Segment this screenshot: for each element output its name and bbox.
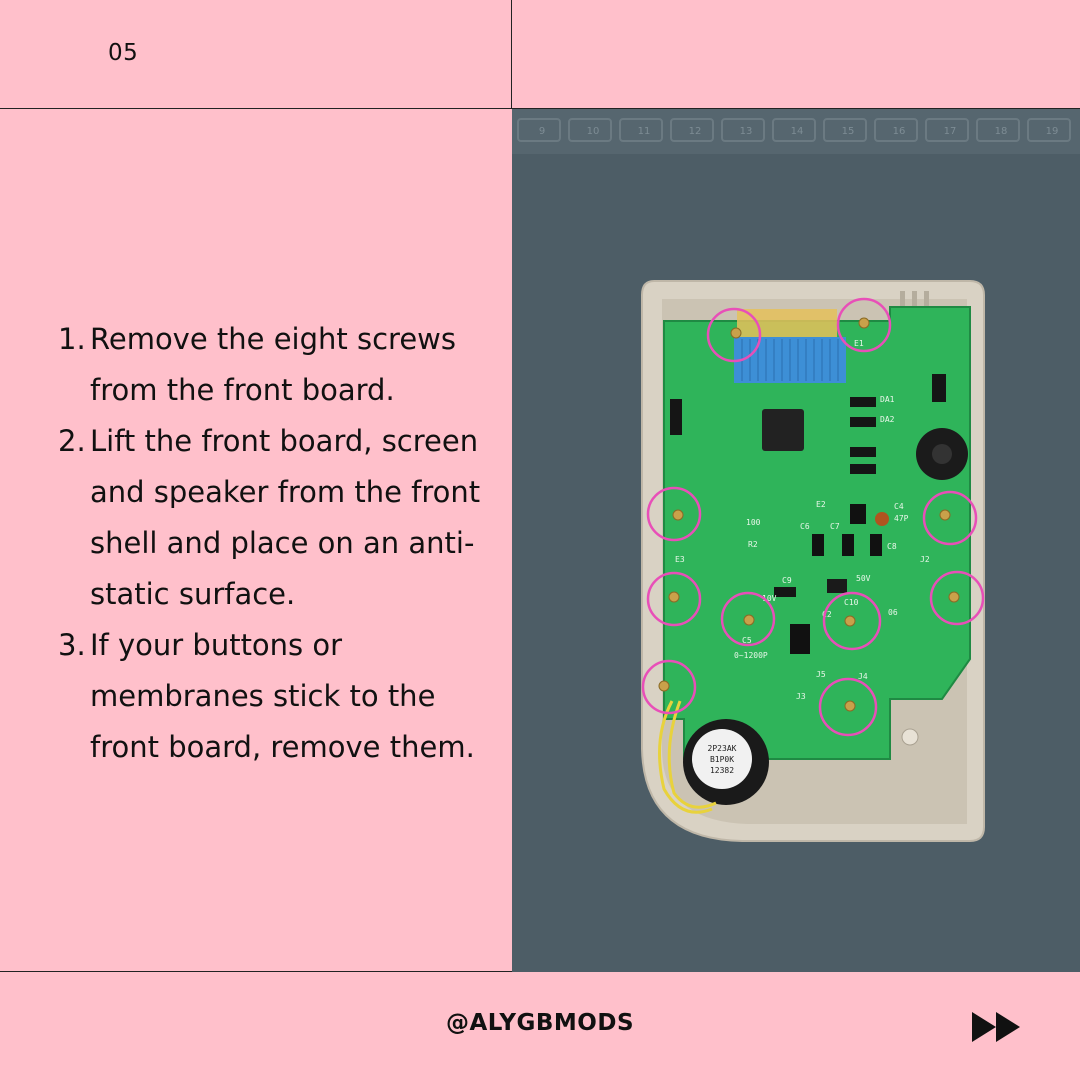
instruction-step: 2. Lift the front board, screen and spea… xyxy=(58,416,488,620)
step-text: Lift the front board, screen and speaker… xyxy=(90,424,481,611)
ruler-number: 15 xyxy=(842,126,855,137)
pcb-label: C9 xyxy=(782,576,792,585)
speaker-text-line: 2P23AK xyxy=(708,744,737,753)
chip xyxy=(827,579,847,593)
account-handle: @ALYGBMODS xyxy=(445,1010,635,1036)
capacitor-c9 xyxy=(774,587,796,597)
step-number: 1. xyxy=(58,322,86,356)
diode-da2 xyxy=(850,417,876,427)
ruler-number: 12 xyxy=(689,126,702,137)
pcb-label: C8 xyxy=(887,542,897,551)
step-text: Remove the eight screws from the front b… xyxy=(90,322,456,407)
pcb-label: C4 xyxy=(894,502,904,511)
ruler-number: 13 xyxy=(740,126,753,137)
capacitor-c4 xyxy=(875,512,889,526)
screw xyxy=(658,680,670,692)
pcb-label: 50V xyxy=(856,574,871,583)
capacitor-c6 xyxy=(812,534,824,556)
photo-illustration: 9 10 11 12 13 14 15 16 17 18 19 E1 DA1 D… xyxy=(512,109,1080,972)
side-connector xyxy=(670,399,682,435)
screw xyxy=(844,700,856,712)
shell-post xyxy=(901,728,919,746)
instruction-step: 3. If your buttons or membranes stick to… xyxy=(58,620,488,773)
pcb-label: DA2 xyxy=(880,415,895,424)
fast-forward-icon-graphic xyxy=(972,1012,1020,1042)
speaker-text-line: 12382 xyxy=(710,766,734,775)
pcb-label: 100 xyxy=(746,518,761,527)
diode-da3 xyxy=(850,447,876,457)
inductor xyxy=(762,409,804,451)
diode-da4 xyxy=(850,464,876,474)
volume-wheel-hub xyxy=(932,444,952,464)
ruler-number: 18 xyxy=(995,126,1008,137)
transistor xyxy=(850,504,866,524)
screw xyxy=(939,509,951,521)
pcb-label: E1 xyxy=(854,339,864,348)
pcb-label: C6 xyxy=(800,522,810,531)
screw xyxy=(668,591,680,603)
screw xyxy=(730,327,742,339)
ruler-number: 11 xyxy=(638,126,651,137)
fast-forward-icon[interactable] xyxy=(970,1010,1022,1044)
capacitor-c7 xyxy=(842,534,854,556)
pcb-label: J5 xyxy=(816,670,826,679)
gameboy-board-photo: 9 10 11 12 13 14 15 16 17 18 19 E1 DA1 D… xyxy=(512,109,1080,972)
screw xyxy=(672,509,684,521)
pcb-label: C10 xyxy=(844,598,859,607)
capacitor-c5 xyxy=(790,624,810,654)
screw xyxy=(844,615,856,627)
instruction-step: 1. Remove the eight screws from the fron… xyxy=(58,314,488,416)
ruler-number: 14 xyxy=(791,126,804,137)
pcb-label: 06 xyxy=(888,608,898,617)
ruler-number: 17 xyxy=(944,126,957,137)
step-number: 2. xyxy=(58,424,86,458)
pcb-label: J3 xyxy=(796,692,806,701)
column-divider xyxy=(511,0,512,108)
step-number: 3. xyxy=(58,628,86,662)
ruler-number: 16 xyxy=(893,126,906,137)
screw xyxy=(858,317,870,329)
step-text: If your buttons or membranes stick to th… xyxy=(90,628,475,764)
pcb-label: C7 xyxy=(830,522,840,531)
pcb-label: J2 xyxy=(920,555,930,564)
screw xyxy=(743,614,755,626)
speaker-text-line: B1P0K xyxy=(710,755,734,764)
ruler-number: 9 xyxy=(539,126,545,137)
speaker-text: 2P23AK B1P0K 12382 xyxy=(708,744,737,775)
pcb-label: E3 xyxy=(675,555,685,564)
pcb-label: DA1 xyxy=(880,395,895,404)
ruler-number: 10 xyxy=(587,126,600,137)
instruction-list: 1. Remove the eight screws from the fron… xyxy=(58,314,488,773)
pcb-label: J4 xyxy=(858,672,868,681)
diode-da1 xyxy=(850,397,876,407)
pcb-label: R2 xyxy=(748,540,758,549)
ruler-number: 19 xyxy=(1046,126,1059,137)
capacitor-c8 xyxy=(870,534,882,556)
pcb-label: E2 xyxy=(816,500,826,509)
pcb-label: 0~1200P xyxy=(734,651,768,660)
screw xyxy=(948,591,960,603)
page-number: 05 xyxy=(108,40,139,66)
pcb-label: 47P xyxy=(894,514,909,523)
ribbon-tape xyxy=(737,309,837,339)
regulator xyxy=(932,374,946,402)
